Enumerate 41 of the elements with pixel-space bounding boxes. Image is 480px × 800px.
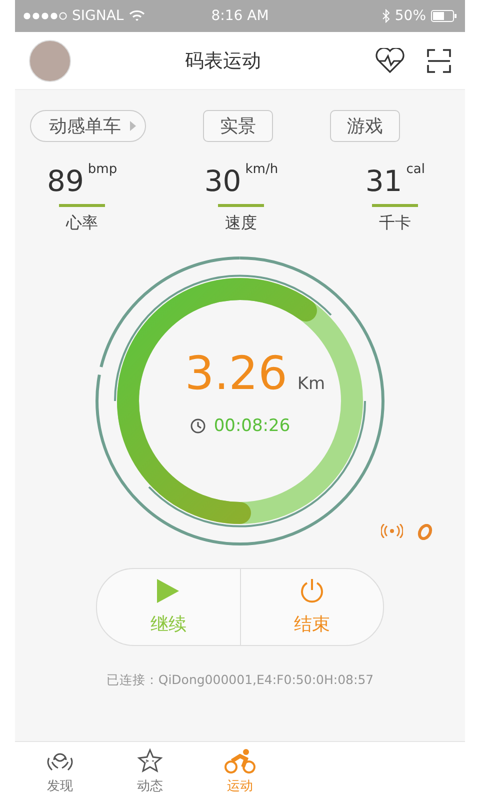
- mode-tab[interactable]: 动感单车: [30, 110, 146, 142]
- stat-value: 31: [365, 164, 402, 198]
- cyclist-icon: [224, 748, 256, 774]
- power-icon: [298, 578, 325, 604]
- broadcast-icon: [381, 524, 403, 538]
- battery-percent: 50%: [394, 8, 426, 24]
- caret-icon: [129, 120, 137, 132]
- stat-unit: cal: [406, 162, 425, 177]
- battery-icon: [431, 10, 458, 22]
- distance-value: 3.26: [184, 346, 288, 400]
- stat-underline: [59, 204, 106, 207]
- clock-icon: [190, 418, 206, 434]
- stat-label: 心率: [66, 213, 98, 234]
- nav-tab[interactable]: 运动: [195, 742, 285, 800]
- nav-tab[interactable]: 发现: [15, 742, 105, 800]
- nav-tab[interactable]: 动态: [105, 742, 195, 800]
- stat-underline: [372, 204, 418, 207]
- play-icon: [156, 578, 180, 604]
- heart-rate-icon[interactable]: [375, 48, 405, 74]
- carrier-name: SIGNAL: [72, 8, 124, 24]
- connection-status: 已连接：QiDong000001,E4:F0:50:0H:08:57: [106, 672, 374, 687]
- stat-unit: bmp: [88, 162, 118, 177]
- page-title: 码表运动: [184, 48, 262, 74]
- mode-tab[interactable]: 游戏: [330, 110, 400, 142]
- ring-icon: [417, 524, 433, 540]
- elapsed-time: 00:08:26: [214, 416, 290, 436]
- scan-icon[interactable]: [427, 48, 451, 72]
- stat-value: 30: [204, 164, 242, 198]
- stat-value: 89: [47, 164, 84, 198]
- star-face-icon: [136, 748, 164, 774]
- stat-label: 速度: [225, 213, 258, 234]
- bluetooth-icon: [382, 9, 390, 23]
- stop-button[interactable]: 结束: [240, 569, 383, 645]
- signal-icon: [23, 12, 67, 20]
- clock-time: 8:16 AM: [210, 8, 270, 24]
- stat-underline: [218, 204, 264, 207]
- stat-label: 千卡: [379, 213, 412, 234]
- mode-tab[interactable]: 实景: [203, 110, 273, 142]
- stat-unit: km/h: [245, 162, 278, 177]
- distance-unit: Km: [297, 374, 326, 394]
- wifi-icon: [128, 10, 145, 22]
